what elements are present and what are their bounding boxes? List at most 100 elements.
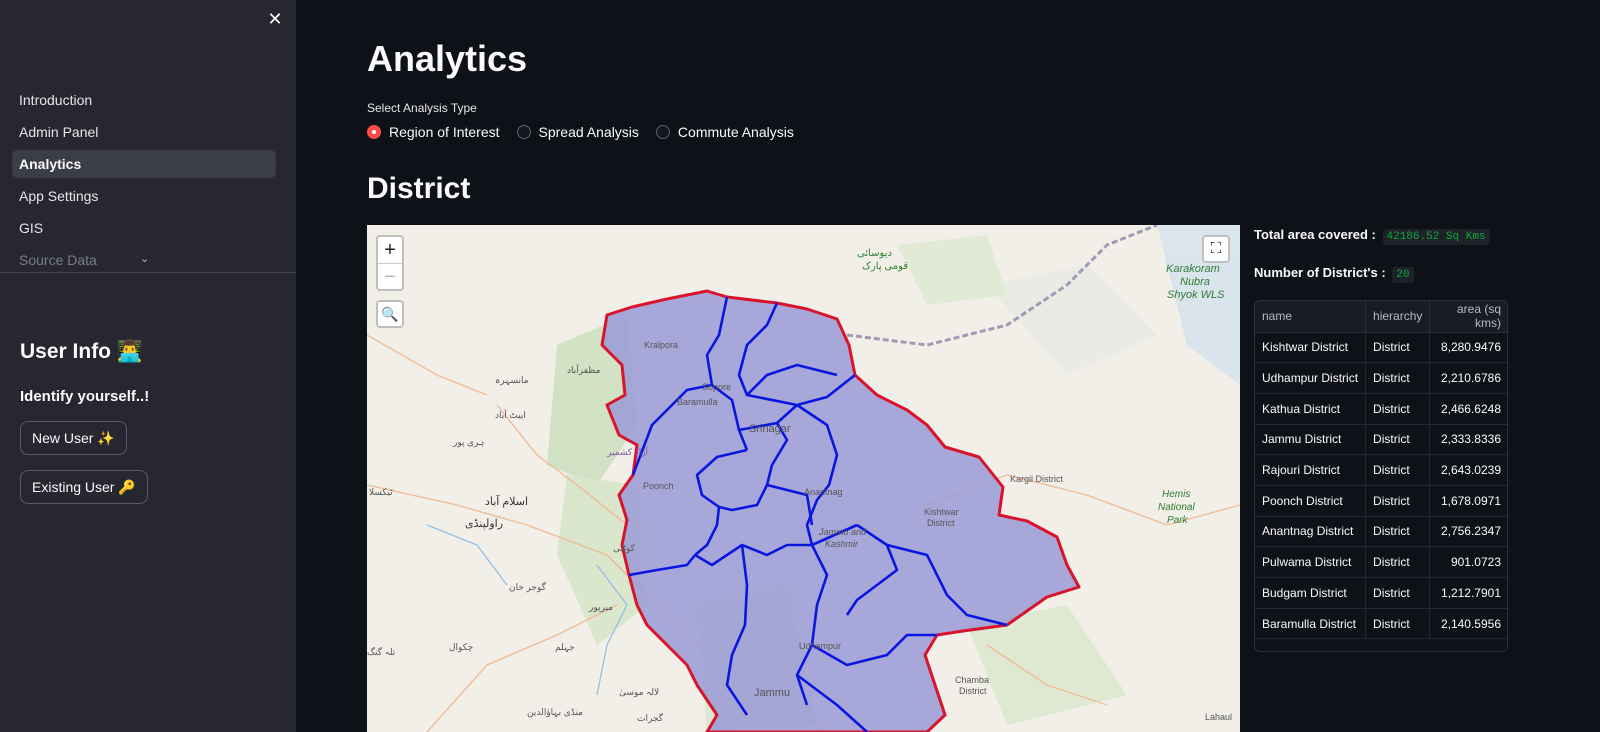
- existing-user-button[interactable]: Existing User 🔑: [20, 470, 148, 504]
- radio-label: Spread Analysis: [538, 124, 639, 140]
- table-row[interactable]: Anantnag District District 2,756.2347: [1255, 516, 1507, 548]
- sidebar-item-app-settings[interactable]: App Settings: [12, 182, 276, 210]
- zoom-out-button[interactable]: −: [378, 263, 402, 289]
- map-label-chamba-1: Chamba: [955, 675, 990, 685]
- district-map[interactable]: Karakoram Nubra Shyok WLS دیوسائی قومی پ…: [367, 225, 1240, 732]
- cell-hierarchy: District: [1365, 393, 1431, 425]
- cell-area: 2,333.8336: [1429, 424, 1507, 456]
- map-label-kargil: Kargil District: [1010, 474, 1064, 484]
- chevron-down-icon[interactable]: ⌄: [140, 252, 149, 265]
- cell-name: Anantnag District: [1255, 516, 1367, 548]
- map-label-lala-musa: لالہ موسیٰ: [619, 687, 660, 697]
- fullscreen-icon[interactable]: ⛶: [1202, 235, 1230, 263]
- map-label-nubra: Nubra: [1180, 276, 1210, 288]
- table-row[interactable]: Kishtwar District District 8,280.9476: [1255, 332, 1507, 364]
- map-label-shyok: Shyok WLS: [1167, 289, 1225, 301]
- total-area-label: Total area covered :: [1254, 227, 1376, 242]
- map-label-mandi: منڈی بہاؤالدین: [527, 707, 583, 717]
- map-label-rawalpindi: راولپنڈی: [465, 518, 504, 530]
- cell-area: 2,756.2347: [1429, 516, 1507, 548]
- map-label-haripur: ہری پور: [453, 437, 485, 447]
- cell-hierarchy: District: [1365, 485, 1431, 517]
- map-label-baramulla: Baramulla: [677, 397, 718, 407]
- cell-hierarchy: District: [1365, 362, 1431, 394]
- close-sidebar-icon[interactable]: ✕: [264, 8, 286, 30]
- radio-region-of-interest[interactable]: Region of Interest: [367, 124, 500, 140]
- cell-hierarchy: District: [1365, 424, 1431, 456]
- cell-area: 2,643.0239: [1429, 454, 1507, 486]
- radio-selected-icon: [367, 125, 381, 139]
- cell-hierarchy: District: [1365, 577, 1431, 609]
- column-header-name[interactable]: name: [1255, 301, 1367, 333]
- map-label-deosai-2: قومی پارک: [862, 261, 909, 272]
- total-area-value: 42186.52 Sq Kms: [1382, 229, 1490, 245]
- cell-area: 1,678.0971: [1429, 485, 1507, 517]
- table-row[interactable]: Pulwama District District 901.0723: [1255, 546, 1507, 578]
- map-label-kishtwar-2: District: [927, 518, 955, 528]
- map-label-mirpur: میرپور: [589, 602, 614, 612]
- table-row[interactable]: Baramulla District District 2,140.5956: [1255, 608, 1507, 640]
- map-label-kotli: کوٹلی: [613, 543, 635, 553]
- map-label-jk-1: Jammu and: [819, 527, 867, 537]
- column-header-hierarchy[interactable]: hierarchy: [1365, 301, 1431, 333]
- map-label-hemis-1: Hemis: [1162, 489, 1191, 500]
- map-label-lahaul: Lahaul: [1205, 712, 1233, 722]
- search-icon[interactable]: 🔍: [376, 300, 404, 328]
- district-count-label: Number of District's :: [1254, 265, 1386, 280]
- map-label-hemis-3: Park: [1167, 515, 1188, 526]
- table-row[interactable]: Udhampur District District 2,210.6786: [1255, 362, 1507, 394]
- table-row[interactable]: Kathua District District 2,466.6248: [1255, 393, 1507, 425]
- map-label-jk-2: Kashmir: [825, 539, 859, 549]
- sidebar-item-admin-panel[interactable]: Admin Panel: [12, 118, 276, 146]
- map-label-sopore: Sopore: [702, 382, 732, 392]
- cell-name: Budgam District: [1255, 577, 1367, 609]
- analysis-type-radio-group: Region of Interest Spread Analysis Commu…: [367, 124, 811, 140]
- cell-area: 2,140.5956: [1429, 608, 1507, 640]
- new-user-button[interactable]: New User ✨: [20, 421, 127, 455]
- sidebar: ✕ Introduction Admin Panel Analytics App…: [0, 0, 296, 732]
- map-label-gujrat: گجرات: [637, 713, 664, 723]
- cell-name: Kathua District: [1255, 393, 1367, 425]
- stats-panel: Total area covered : 42186.52 Sq Kms Num…: [1254, 227, 1490, 303]
- map-label-taxila: ٹیکسلا: [369, 487, 393, 497]
- sidebar-item-introduction[interactable]: Introduction: [12, 86, 276, 114]
- cell-area: 8,280.9476: [1429, 332, 1507, 364]
- cell-name: Kishtwar District: [1255, 332, 1367, 364]
- map-label-chakwal: چکوال: [449, 642, 474, 652]
- table-row[interactable]: Budgam District District 1,212.7901: [1255, 577, 1507, 609]
- map-label-mansehra: مانسہرہ: [495, 375, 529, 385]
- map-label-jhelum: جہلم: [555, 642, 575, 652]
- map-label-srinagar: Srinagar: [749, 423, 791, 435]
- zoom-in-button[interactable]: +: [378, 237, 402, 263]
- identify-text: Identify yourself..!: [20, 388, 150, 405]
- cell-area: 1,212.7901: [1429, 577, 1507, 609]
- sidebar-nav: Introduction Admin Panel Analytics App S…: [12, 86, 276, 278]
- map-label-muzaffarabad: مظفرآباد: [567, 365, 601, 375]
- column-header-area[interactable]: area (sq kms): [1429, 301, 1507, 333]
- cell-area: 901.0723: [1429, 546, 1507, 578]
- table-row[interactable]: Poonch District District 1,678.0971: [1255, 485, 1507, 517]
- cell-name: Baramulla District: [1255, 608, 1367, 640]
- table-row[interactable]: Jammu District District 2,333.8336: [1255, 424, 1507, 456]
- sidebar-item-gis[interactable]: GIS: [12, 214, 276, 242]
- total-area-stat: Total area covered : 42186.52 Sq Kms: [1254, 227, 1490, 245]
- cell-name: Rajouri District: [1255, 454, 1367, 486]
- district-count-stat: Number of District's : 20: [1254, 265, 1490, 283]
- cell-hierarchy: District: [1365, 608, 1431, 640]
- radio-spread-analysis[interactable]: Spread Analysis: [516, 124, 639, 140]
- sidebar-item-analytics[interactable]: Analytics: [12, 150, 276, 178]
- district-table[interactable]: name hierarchy area (sq kms) Kishtwar Di…: [1254, 300, 1508, 652]
- map-label-kishtwar-1: Kishtwar: [924, 507, 959, 517]
- table-row[interactable]: Rajouri District District 2,643.0239: [1255, 454, 1507, 486]
- user-info-title: User Info 👨‍💻: [20, 340, 143, 363]
- map-label-islamabad: اسلام آباد: [485, 496, 529, 508]
- sidebar-divider: [0, 272, 296, 273]
- radio-commute-analysis[interactable]: Commute Analysis: [655, 124, 794, 140]
- zoom-control: + −: [376, 235, 404, 291]
- cell-name: Udhampur District: [1255, 362, 1367, 394]
- map-label-kralpora: Kralpora: [644, 340, 679, 350]
- radio-unselected-icon: [655, 125, 670, 139]
- page-title: Analytics: [367, 38, 528, 79]
- main-content: Analytics Select Analysis Type Region of…: [296, 0, 1600, 732]
- cell-name: Pulwama District: [1255, 546, 1367, 578]
